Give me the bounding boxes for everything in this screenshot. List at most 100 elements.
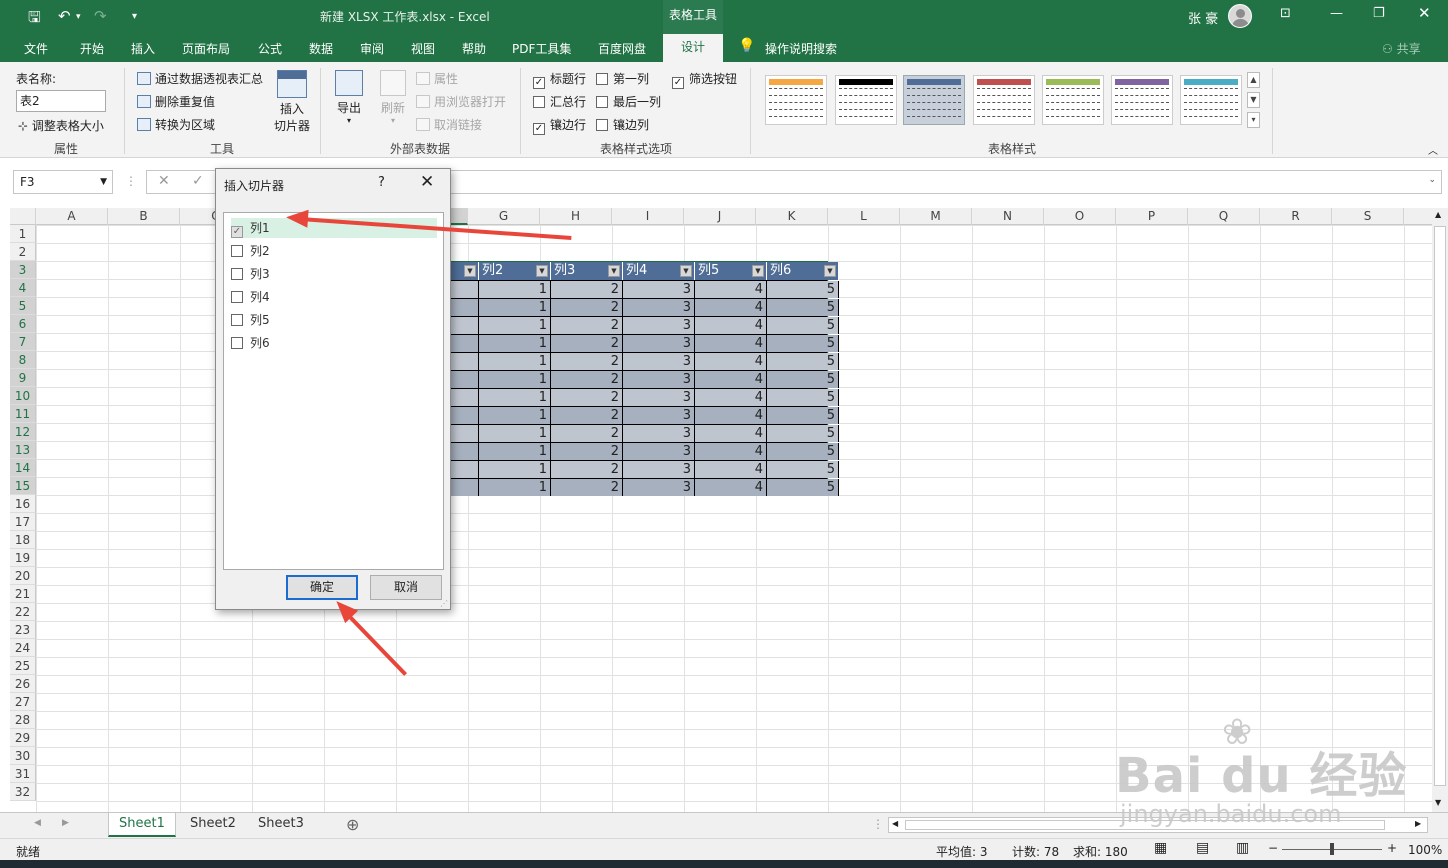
table-cell[interactable]: 3 — [623, 317, 695, 334]
header-row-checkbox[interactable]: ✓ 标题行 — [533, 70, 586, 89]
table-cell[interactable]: 5 — [767, 335, 839, 352]
table-cell[interactable]: 1 — [479, 479, 551, 496]
row-header[interactable]: 4 — [10, 279, 36, 297]
table-header-cell[interactable]: 列2 ▼ — [479, 262, 551, 280]
restore-icon[interactable]: ❐ — [1373, 6, 1385, 21]
filter-dropdown-icon[interactable]: ▼ — [680, 265, 692, 277]
select-all-corner[interactable] — [10, 208, 36, 225]
name-box[interactable]: F3 ▼ — [13, 170, 113, 194]
prev-sheet-icon[interactable]: ◀ — [34, 818, 41, 828]
table-cell[interactable]: 2 — [551, 479, 623, 496]
vertical-scroll-thumb[interactable] — [1434, 226, 1446, 786]
table-cell[interactable]: 1 — [479, 299, 551, 316]
table-cell[interactable]: 5 — [767, 425, 839, 442]
zoom-out-icon[interactable]: − — [1268, 841, 1278, 855]
table-cell[interactable]: 2 — [551, 299, 623, 316]
table-cell[interactable]: 1 — [479, 461, 551, 478]
table-cell[interactable]: 4 — [695, 407, 767, 424]
row-header[interactable]: 2 — [10, 243, 36, 261]
table-cell[interactable]: 3 — [623, 461, 695, 478]
next-sheet-icon[interactable]: ▶ — [62, 818, 69, 828]
table-cell[interactable]: 5 — [767, 317, 839, 334]
scroll-left-icon[interactable]: ◀ — [892, 819, 898, 828]
dialog-close-icon[interactable]: ✕ — [420, 172, 434, 192]
banded-rows-checkbox[interactable]: ✓ 镶边行 — [533, 116, 586, 135]
table-cell[interactable]: 2 — [551, 353, 623, 370]
resize-grip-icon[interactable]: ⋰ — [440, 599, 448, 608]
sheet-tab-sheet3[interactable]: Sheet3 — [248, 813, 314, 837]
filter-dropdown-icon[interactable]: ▼ — [536, 265, 548, 277]
table-style-red[interactable] — [973, 75, 1035, 125]
tab-page-layout[interactable]: 页面布局 — [182, 40, 230, 57]
table-cell[interactable]: 3 — [623, 281, 695, 298]
row-header[interactable]: 21 — [10, 585, 36, 603]
table-cell[interactable]: 5 — [767, 281, 839, 298]
table-cell[interactable]: 1 — [479, 425, 551, 442]
cancel-button[interactable]: 取消 — [370, 575, 442, 600]
export-button[interactable]: 导出 ▾ — [332, 70, 366, 125]
table-style-teal[interactable] — [1180, 75, 1242, 125]
table-cell[interactable]: 4 — [695, 443, 767, 460]
tab-home[interactable]: 开始 — [80, 40, 104, 57]
row-header[interactable]: 31 — [10, 765, 36, 783]
table-cell[interactable]: 4 — [695, 281, 767, 298]
row-header[interactable]: 5 — [10, 297, 36, 315]
column-header[interactable]: A — [36, 208, 108, 225]
column-header[interactable]: N — [972, 208, 1044, 225]
table-cell[interactable]: 4 — [695, 335, 767, 352]
table-cell[interactable]: 1 — [479, 371, 551, 388]
undo-icon[interactable]: ↶ — [58, 7, 71, 25]
table-cell[interactable]: 2 — [551, 461, 623, 478]
row-header[interactable]: 1 — [10, 225, 36, 243]
last-column-checkbox[interactable]: 最后一列 — [596, 93, 661, 110]
row-header[interactable]: 16 — [10, 495, 36, 513]
styles-scroll-up-icon[interactable]: ▲ — [1247, 72, 1260, 88]
row-header[interactable]: 32 — [10, 783, 36, 801]
filter-dropdown-icon[interactable]: ▼ — [464, 265, 476, 277]
row-header[interactable]: 15 — [10, 477, 36, 495]
slicer-field-checkbox[interactable]: 列4 — [231, 287, 437, 307]
row-header[interactable]: 24 — [10, 639, 36, 657]
page-break-view-icon[interactable]: ▥ — [1236, 840, 1249, 856]
table-cell[interactable]: 3 — [623, 407, 695, 424]
name-box-dropdown-icon[interactable]: ▼ — [100, 171, 107, 193]
scroll-down-icon[interactable]: ▼ — [1435, 798, 1441, 807]
tab-design[interactable]: 设计 — [663, 34, 723, 62]
ok-button[interactable]: 确定 — [286, 575, 358, 600]
table-name-input[interactable]: 表2 — [16, 90, 106, 112]
table-cell[interactable]: 4 — [695, 479, 767, 496]
table-header-cell[interactable]: 列5 ▼ — [695, 262, 767, 280]
row-header[interactable]: 10 — [10, 387, 36, 405]
styles-scroll-down-icon[interactable]: ▼ — [1247, 92, 1260, 108]
scroll-right-icon[interactable]: ▶ — [1415, 819, 1421, 828]
normal-view-icon[interactable]: ▦ — [1154, 840, 1167, 856]
column-header[interactable]: O — [1044, 208, 1116, 225]
column-header[interactable]: S — [1332, 208, 1404, 225]
column-header[interactable]: G — [468, 208, 540, 225]
column-header[interactable]: J — [684, 208, 756, 225]
table-header-cell[interactable]: 列6 ▼ — [767, 262, 839, 280]
table-cell[interactable]: 5 — [767, 353, 839, 370]
tab-file[interactable]: 文件 — [24, 40, 48, 57]
styles-more-icon[interactable]: ▾ — [1247, 112, 1260, 128]
table-cell[interactable]: 2 — [551, 443, 623, 460]
table-header-cell[interactable]: 列4 ▼ — [623, 262, 695, 280]
filter-dropdown-icon[interactable]: ▼ — [824, 265, 836, 277]
row-header[interactable]: 28 — [10, 711, 36, 729]
table-style-blue-selected[interactable] — [903, 75, 965, 125]
table-cell[interactable]: 1 — [479, 407, 551, 424]
zoom-slider-thumb[interactable] — [1330, 843, 1334, 855]
save-icon[interactable]: 🖫 — [28, 7, 41, 32]
table-style-green[interactable] — [1042, 75, 1104, 125]
table-cell[interactable]: 1 — [479, 281, 551, 298]
undo-dropdown-icon[interactable]: ▾ — [76, 12, 81, 22]
tell-me-search[interactable]: 操作说明搜索 — [765, 40, 837, 57]
user-name[interactable]: 张 豪 — [1188, 8, 1218, 27]
table-cell[interactable]: 4 — [695, 389, 767, 406]
table-cell[interactable]: 4 — [695, 371, 767, 388]
tab-view[interactable]: 视图 — [411, 40, 435, 57]
pivot-summary-button[interactable]: 通过数据透视表汇总 — [137, 70, 263, 87]
page-layout-view-icon[interactable]: ▤ — [1196, 840, 1209, 856]
sheet-tab-sheet2[interactable]: Sheet2 — [180, 813, 246, 837]
column-header[interactable]: P — [1116, 208, 1188, 225]
